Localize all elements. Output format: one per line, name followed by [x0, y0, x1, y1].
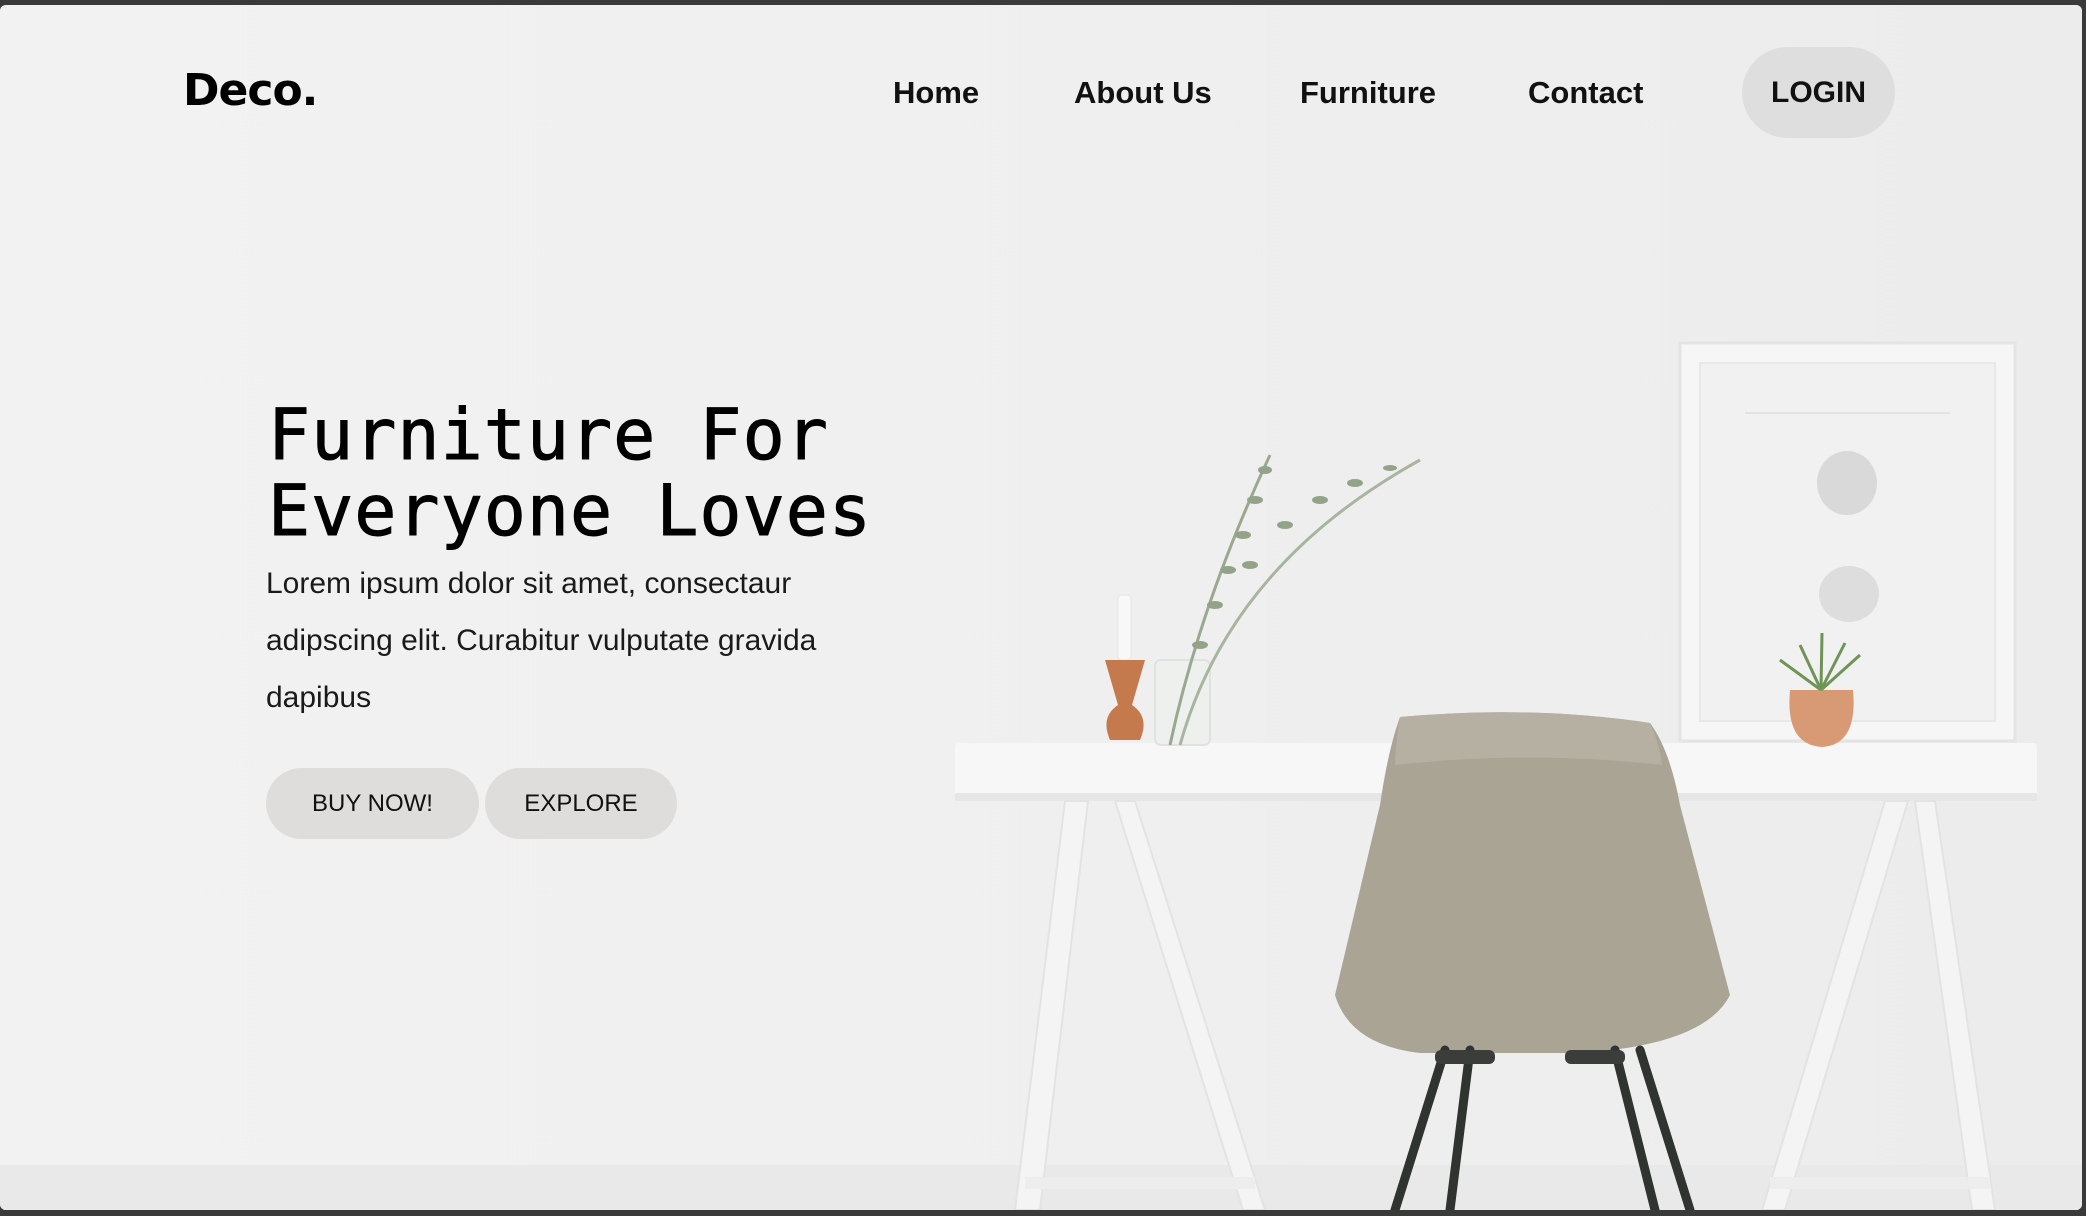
candle-vase [1105, 594, 1145, 740]
explore-button[interactable]: EXPLORE [485, 768, 677, 839]
plant-glass [1154, 454, 1421, 746]
hero-description: Lorem ipsum dolor sit amet, consectaur a… [266, 567, 817, 714]
nav-item-about-us[interactable]: About Us [1074, 75, 1212, 111]
hero-title: Furniture For Everyone Loves [267, 394, 873, 552]
nav-item-home[interactable]: Home [893, 75, 979, 111]
buy-now-button[interactable]: BUY NOW! [266, 768, 479, 839]
page-frame: Deco. Home About Us Furniture Contact LO… [0, 5, 2082, 1210]
hero-title-line-2: Everyone Loves [267, 470, 873, 552]
main-nav: Home About Us Furniture Contact LOGIN [0, 47, 2082, 138]
hero-title-line-1: Furniture For [268, 394, 829, 476]
nav-item-contact[interactable]: Contact [1528, 75, 1643, 111]
chair [1335, 712, 1730, 1210]
nav-item-furniture[interactable]: Furniture [1300, 75, 1436, 111]
picture-frame [1678, 341, 2017, 743]
login-button[interactable]: LOGIN [1742, 47, 1895, 138]
